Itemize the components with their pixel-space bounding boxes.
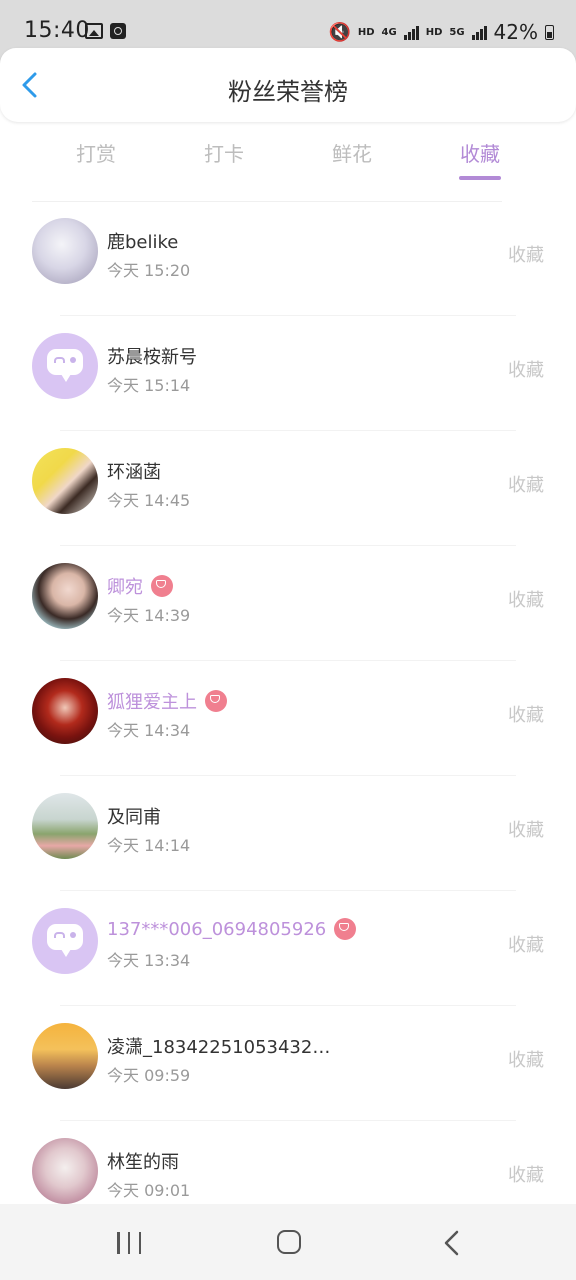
- favorite-label: 收藏: [508, 590, 544, 611]
- chat-bubble-icon: [47, 924, 83, 957]
- diamond-badge-icon: [151, 575, 173, 597]
- net-4g-label: 4G: [381, 26, 397, 38]
- timestamp: 今天 14:34: [107, 721, 191, 740]
- list-item[interactable]: 苏晨桉新号 今天 15:14 收藏: [0, 316, 576, 431]
- list-item[interactable]: 及同甫 今天 14:14 收藏: [0, 776, 576, 891]
- avatar: [32, 563, 98, 629]
- user-name: 及同甫: [107, 807, 161, 828]
- avatar: [32, 218, 98, 284]
- name-line: 林笙的雨: [107, 1148, 179, 1174]
- timestamp: 今天 13:34: [107, 951, 191, 970]
- list-item[interactable]: 137***006_0694805926 今天 13:34 收藏: [0, 891, 576, 1006]
- gallery-icon: [85, 23, 103, 39]
- status-indicators: 🔇 HD 4G HD 5G 42%: [328, 20, 554, 44]
- timestamp: 今天 14:14: [107, 836, 191, 855]
- favorite-label: 收藏: [508, 360, 544, 381]
- status-time: 15:40: [24, 18, 90, 43]
- favorite-label: 收藏: [508, 1165, 544, 1186]
- signal-icon-2: [471, 24, 487, 40]
- list-item[interactable]: 卿宛 今天 14:39 收藏: [0, 546, 576, 661]
- page-header: 粉丝荣誉榜: [0, 48, 576, 122]
- user-name: 鹿belike: [107, 232, 179, 253]
- favorite-label: 收藏: [508, 820, 544, 841]
- favorite-label: 收藏: [508, 935, 544, 956]
- timestamp: 今天 09:01: [107, 1181, 191, 1200]
- tab-flowers[interactable]: 鲜花: [312, 138, 392, 186]
- avatar: [32, 678, 98, 744]
- home-icon[interactable]: [277, 1230, 301, 1254]
- default-avatar: [32, 908, 98, 974]
- name-line: 凌潇_18342251053432…: [107, 1033, 330, 1059]
- default-avatar: [32, 333, 98, 399]
- diamond-badge-icon: [334, 918, 357, 940]
- user-name: 卿宛: [107, 577, 143, 598]
- avatar: [32, 448, 98, 514]
- name-line: 鹿belike: [107, 228, 178, 254]
- timestamp: 今天 09:59: [107, 1066, 191, 1085]
- tab-favorites-label: 收藏: [460, 142, 500, 166]
- signal-icon: [403, 24, 419, 40]
- list-item[interactable]: 鹿belike 今天 15:20 收藏: [0, 201, 576, 316]
- page-title: 粉丝荣誉榜: [228, 78, 348, 106]
- tab-bar: 打赏 打卡 鲜花 收藏: [0, 138, 576, 188]
- user-name: 环涵菡: [107, 462, 161, 483]
- tab-favorites[interactable]: 收藏: [440, 138, 520, 186]
- mute-icon: 🔇: [328, 21, 351, 43]
- hd-label-2: HD: [425, 26, 443, 38]
- user-name: 苏晨桉新号: [107, 347, 197, 368]
- name-line: 137***006_0694805926: [107, 918, 357, 940]
- name-line: 苏晨桉新号: [107, 343, 197, 369]
- user-name: 林笙的雨: [107, 1152, 179, 1173]
- user-name: 狐狸爱主上: [107, 692, 197, 713]
- list-item[interactable]: 凌潇_18342251053432… 今天 09:59 收藏: [0, 1006, 576, 1121]
- timestamp: 今天 15:14: [107, 376, 191, 395]
- back-icon[interactable]: [442, 1230, 462, 1256]
- timestamp: 今天 15:20: [107, 261, 191, 280]
- recents-icon[interactable]: [117, 1232, 141, 1254]
- clock-icon: [110, 23, 126, 39]
- battery-percent: 42%: [493, 20, 538, 44]
- tab-reward[interactable]: 打赏: [56, 138, 136, 186]
- favorite-label: 收藏: [508, 475, 544, 496]
- name-line: 卿宛: [107, 573, 173, 599]
- diamond-badge-icon: [205, 690, 227, 712]
- system-nav-bar: [0, 1204, 576, 1280]
- chat-bubble-icon: [47, 349, 83, 382]
- user-name: 137***006_0694805926: [107, 918, 327, 940]
- active-tab-indicator: [459, 176, 501, 180]
- favorite-label: 收藏: [508, 705, 544, 726]
- avatar: [32, 1138, 98, 1204]
- timestamp: 今天 14:45: [107, 491, 191, 510]
- tab-checkin[interactable]: 打卡: [184, 138, 264, 186]
- screen: 15:40 🔇 HD 4G HD 5G 42% 粉丝荣誉榜 打赏 打卡 鲜花 收…: [0, 0, 576, 1280]
- user-name: 凌潇_18342251053432…: [107, 1037, 331, 1058]
- favorite-label: 收藏: [508, 1050, 544, 1071]
- net-5g-label: 5G: [449, 26, 465, 38]
- favorite-label: 收藏: [508, 245, 544, 266]
- list-item[interactable]: 狐狸爱主上 今天 14:34 收藏: [0, 661, 576, 776]
- name-line: 及同甫: [107, 803, 161, 829]
- avatar: [32, 793, 98, 859]
- hd-label-1: HD: [357, 26, 375, 38]
- list-item[interactable]: 环涵菡 今天 14:45 收藏: [0, 431, 576, 546]
- battery-icon: [545, 24, 554, 40]
- timestamp: 今天 14:39: [107, 606, 191, 625]
- avatar: [32, 1023, 98, 1089]
- name-line: 环涵菡: [107, 458, 161, 484]
- name-line: 狐狸爱主上: [107, 688, 227, 714]
